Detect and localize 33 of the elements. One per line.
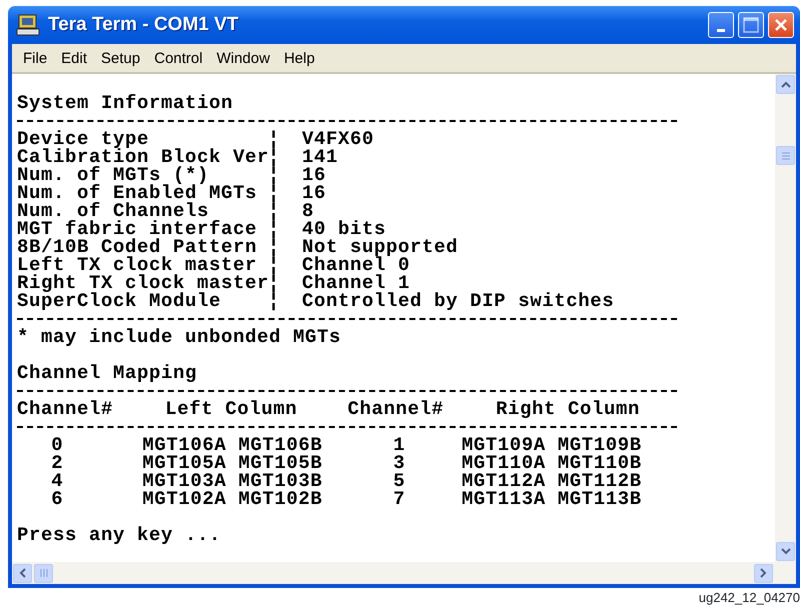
menu-item[interactable]: Window xyxy=(210,50,277,66)
scroll-thumb[interactable] xyxy=(776,146,795,165)
close-button[interactable] xyxy=(768,12,794,38)
footnote: * may include unbonded MGTs xyxy=(17,328,342,346)
minimize-icon xyxy=(717,28,725,32)
menu-item[interactable]: Edit xyxy=(54,50,94,66)
maximize-icon xyxy=(743,17,759,33)
scroll-down-button[interactable] xyxy=(776,542,795,561)
info-value: Controlled by DIP switches xyxy=(302,290,614,312)
section-heading: System Information xyxy=(17,94,234,112)
column-header: Channel# xyxy=(17,398,114,420)
window-title: Tera Term - COM1 VT xyxy=(48,14,238,36)
section-heading: Channel Mapping xyxy=(17,364,198,382)
menu-item[interactable]: Setup xyxy=(94,50,148,66)
menu-item[interactable]: Help xyxy=(276,50,322,66)
scroll-right-button[interactable] xyxy=(754,564,773,582)
figure-caption: ug242_12_04270 xyxy=(698,590,800,605)
column-header: Right Column xyxy=(496,398,640,420)
menu-item[interactable]: File xyxy=(16,50,54,66)
column-header: Left Column xyxy=(165,398,298,420)
close-icon xyxy=(774,18,788,32)
prompt-text: Press any key ... xyxy=(17,526,222,544)
grip-icon xyxy=(40,569,48,577)
scroll-left-button[interactable] xyxy=(13,564,32,582)
minimize-button[interactable] xyxy=(708,12,734,38)
separator-mark: ¦ xyxy=(268,128,280,150)
scroll-thumb[interactable] xyxy=(34,564,53,582)
computer-icon xyxy=(16,14,40,36)
menu-item[interactable]: Control xyxy=(147,50,210,66)
grip-icon xyxy=(782,152,790,160)
maximize-button[interactable] xyxy=(738,12,764,38)
scroll-up-button[interactable] xyxy=(776,75,795,94)
column-header: Channel# xyxy=(348,398,444,420)
